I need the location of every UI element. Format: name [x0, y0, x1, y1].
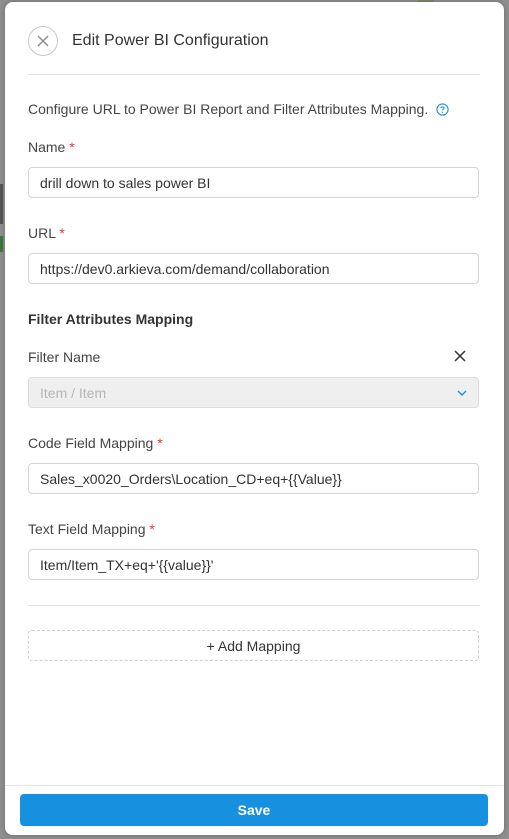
code-field-input[interactable]: Sales_x0020_Orders\Location_CD+eq+{{Valu…: [28, 463, 479, 494]
dialog-title: Edit Power BI Configuration: [72, 32, 269, 49]
dialog-footer: Save: [5, 785, 504, 835]
text-field-label: Text Field Mapping *: [28, 521, 155, 537]
required-marker: *: [59, 225, 65, 241]
name-input[interactable]: drill down to sales power BI: [28, 167, 479, 198]
filter-name-label: Filter Name: [28, 349, 101, 365]
section-divider: [28, 605, 480, 606]
add-mapping-button[interactable]: + Add Mapping: [28, 630, 479, 661]
background-fragment: [0, 184, 3, 224]
required-marker: *: [157, 435, 163, 451]
background-fragment: [0, 236, 3, 252]
chevron-down-icon: [457, 390, 467, 396]
required-marker: *: [149, 521, 155, 537]
edit-power-bi-dialog: Edit Power BI Configuration Configure UR…: [5, 2, 504, 835]
url-label: URL *: [28, 225, 65, 241]
filter-name-select[interactable]: Item / Item: [28, 377, 479, 408]
required-marker: *: [69, 139, 75, 155]
help-icon[interactable]: [436, 102, 449, 116]
close-icon: [37, 35, 49, 47]
name-label: Name *: [28, 139, 75, 155]
description-text: Configure URL to Power BI Report and Fil…: [28, 101, 429, 117]
remove-filter-button[interactable]: [453, 349, 467, 363]
select-placeholder: Item / Item: [40, 384, 107, 401]
close-button[interactable]: [28, 26, 58, 56]
code-field-label: Code Field Mapping *: [28, 435, 163, 451]
dialog-header: Edit Power BI Configuration: [28, 26, 480, 75]
close-icon: [454, 350, 466, 362]
text-field-input[interactable]: Item/Item_TX+eq+'{{value}}': [28, 549, 479, 580]
dialog-description: Configure URL to Power BI Report and Fil…: [28, 101, 449, 117]
filter-section-title: Filter Attributes Mapping: [28, 311, 194, 327]
url-input[interactable]: https://dev0.arkieva.com/demand/collabor…: [28, 253, 479, 284]
save-button[interactable]: Save: [20, 794, 488, 826]
